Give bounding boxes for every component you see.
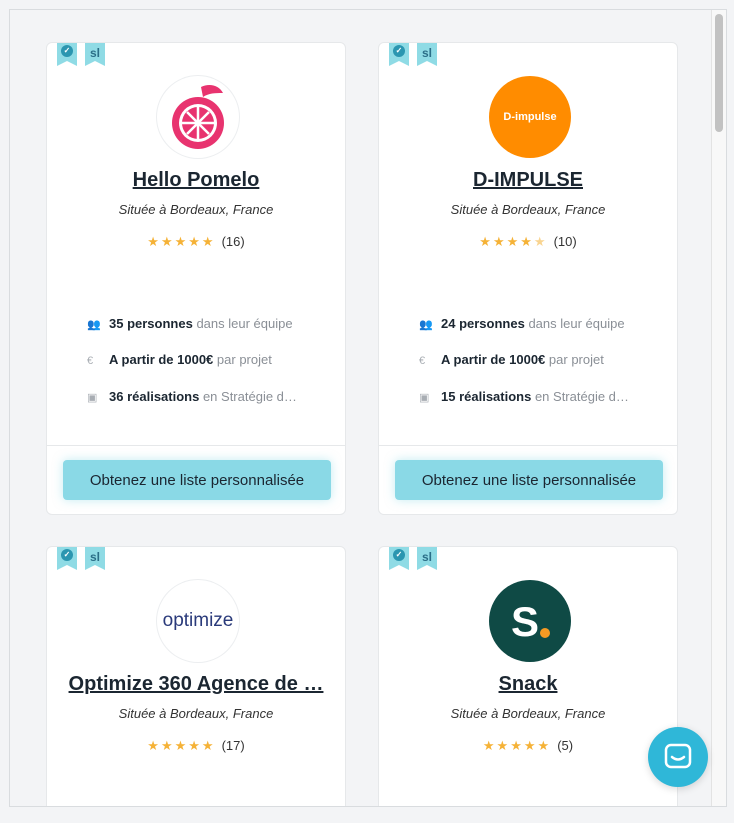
euro-icon: € bbox=[419, 355, 426, 367]
gallery-icon: ▣ bbox=[87, 392, 98, 404]
agency-name[interactable]: Snack bbox=[379, 673, 677, 696]
badges: ✓ sl bbox=[389, 547, 437, 570]
rating-stars: ★★★★★ bbox=[479, 234, 548, 249]
verified-icon: ✓ bbox=[393, 549, 405, 561]
agency-card[interactable]: ✓ sl Hello Pomelo Située à Bordeaux, Fra… bbox=[46, 42, 346, 515]
team-size: 👥 24 personnes dans leur équipe bbox=[419, 316, 625, 331]
badges: ✓ sl bbox=[57, 547, 105, 570]
agency-logo[interactable]: optimize bbox=[157, 580, 239, 662]
svg-text:S: S bbox=[511, 598, 539, 645]
review-count: (5) bbox=[557, 738, 574, 753]
agency-card[interactable]: ✓ sl D-impulse D-IMPULSE Située à Bordea… bbox=[378, 42, 678, 515]
agency-name[interactable]: Optimize 360 Agence de … bbox=[47, 673, 345, 696]
agency-location: Située à Bordeaux, France bbox=[118, 202, 274, 217]
agency-name[interactable]: Hello Pomelo bbox=[47, 169, 345, 192]
agency-location: Située à Bordeaux, France bbox=[118, 706, 274, 721]
personalized-list-button[interactable]: Obtenez une liste personnalisée bbox=[63, 460, 331, 500]
team-size: 👥 35 personnes dans leur équipe bbox=[87, 316, 293, 331]
price-info: € A partir de 1000€ par projet bbox=[87, 352, 272, 367]
personalized-list-button[interactable]: Obtenez une liste personnalisée bbox=[395, 460, 663, 500]
agency-logo[interactable] bbox=[157, 76, 239, 158]
verified-icon: ✓ bbox=[61, 549, 73, 561]
agency-location: Située à Bordeaux, France bbox=[450, 706, 606, 721]
sl-badge: sl bbox=[417, 43, 437, 66]
price-info: € A partir de 1000€ par projet bbox=[419, 352, 604, 367]
people-icon: 👥 bbox=[87, 319, 101, 331]
dimpulse-logo-text: D-impulse bbox=[503, 111, 557, 123]
divider bbox=[47, 445, 345, 446]
agency-rating: ★★★★★ (16) bbox=[47, 234, 345, 250]
agency-list-panel: ✓ sl Hello Pomelo Située à Bordeaux, Fra… bbox=[9, 9, 727, 807]
projects-info: ▣ 36 réalisations en Stratégie d… bbox=[87, 389, 297, 404]
agency-rating: ★★★★★ (10) bbox=[379, 234, 677, 250]
optimize-logo-text: optimize bbox=[162, 610, 234, 631]
badges: ✓ sl bbox=[57, 43, 105, 66]
verified-icon: ✓ bbox=[393, 45, 405, 57]
sl-badge: sl bbox=[417, 547, 437, 570]
verified-icon: ✓ bbox=[61, 45, 73, 57]
agency-card[interactable]: ✓ sl optimize Optimize 360 Agence de … S… bbox=[46, 546, 346, 806]
rating-stars: ★★★★★ bbox=[482, 738, 552, 753]
rating-stars: ★★★★★ bbox=[147, 738, 216, 753]
chat-icon bbox=[664, 743, 692, 769]
verified-badge: ✓ bbox=[389, 547, 409, 570]
review-count: (10) bbox=[553, 234, 577, 249]
agency-logo[interactable]: S bbox=[489, 580, 571, 662]
rating-stars: ★★★★★ bbox=[147, 234, 216, 249]
snack-logo-icon: S bbox=[511, 598, 550, 645]
agency-name[interactable]: D-IMPULSE bbox=[379, 169, 677, 192]
scrollbar-thumb[interactable] bbox=[715, 14, 723, 132]
people-icon: 👥 bbox=[419, 319, 433, 331]
sl-badge: sl bbox=[85, 43, 105, 66]
chat-launcher-button[interactable] bbox=[648, 727, 708, 787]
agency-card[interactable]: ✓ sl S Snack Située à Bordeaux, France ★… bbox=[378, 546, 678, 806]
agency-logo[interactable]: D-impulse bbox=[489, 76, 571, 158]
verified-badge: ✓ bbox=[57, 547, 77, 570]
euro-icon: € bbox=[87, 355, 94, 367]
sl-badge: sl bbox=[85, 547, 105, 570]
pomelo-logo-icon bbox=[172, 85, 224, 149]
agency-rating: ★★★★★ (17) bbox=[47, 738, 345, 754]
projects-info: ▣ 15 réalisations en Stratégie d… bbox=[419, 389, 629, 404]
verified-badge: ✓ bbox=[57, 43, 77, 66]
review-count: (17) bbox=[221, 738, 245, 753]
gallery-icon: ▣ bbox=[419, 392, 430, 404]
badges: ✓ sl bbox=[389, 43, 437, 66]
verified-badge: ✓ bbox=[389, 43, 409, 66]
agency-location: Située à Bordeaux, France bbox=[450, 202, 606, 217]
scrollbar[interactable] bbox=[711, 10, 726, 806]
divider bbox=[379, 445, 677, 446]
review-count: (16) bbox=[221, 234, 245, 249]
agency-rating: ★★★★★ (5) bbox=[379, 738, 677, 754]
